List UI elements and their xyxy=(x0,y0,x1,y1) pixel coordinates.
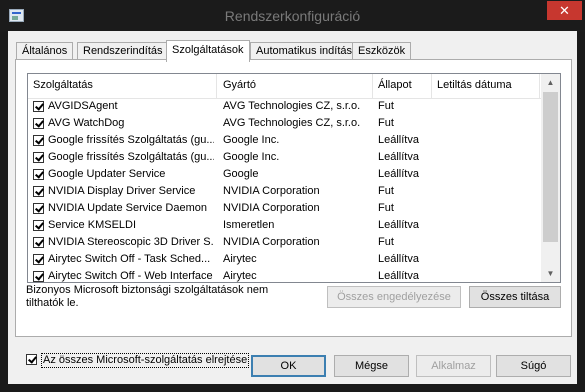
service-name: AVG WatchDog xyxy=(48,117,125,129)
service-name: Google Updater Service xyxy=(48,168,166,180)
tab-general[interactable]: Általános xyxy=(16,42,74,60)
services-list[interactable]: Szolgáltatás Gyártó Állapot Letiltás dát… xyxy=(27,73,561,283)
service-status: Fut xyxy=(378,100,394,112)
service-checkbox[interactable] xyxy=(33,118,44,129)
tab-startup[interactable]: Automatikus indítás xyxy=(250,42,358,60)
service-checkbox[interactable] xyxy=(33,271,44,282)
scroll-down-arrow-icon[interactable]: ▼ xyxy=(541,265,560,282)
list-item[interactable]: AVGIDSAgent AVG Technologies CZ, s.r.o. … xyxy=(28,99,541,116)
service-manufacturer: Ismeretlen xyxy=(223,219,275,231)
service-checkbox[interactable] xyxy=(33,254,44,265)
microsoft-services-note: Bizonyos Microsoft biztonsági szolgáltat… xyxy=(26,284,269,309)
help-button[interactable]: Súgó xyxy=(496,355,571,377)
list-item[interactable]: AVG WatchDog AVG Technologies CZ, s.r.o.… xyxy=(28,116,541,133)
list-item[interactable]: NVIDIA Stereoscopic 3D Driver S... NVIDI… xyxy=(28,235,541,252)
service-manufacturer: AVG Technologies CZ, s.r.o. xyxy=(223,117,361,129)
service-name: NVIDIA Display Driver Service xyxy=(48,185,196,197)
service-checkbox[interactable] xyxy=(33,152,44,163)
service-status: Leállítva xyxy=(378,253,419,265)
service-status: Fut xyxy=(378,236,394,248)
list-item[interactable]: Airytec Switch Off - Task Sched... Airyt… xyxy=(28,252,541,269)
service-checkbox[interactable] xyxy=(33,186,44,197)
list-item[interactable]: Google frissítés Szolgáltatás (gu... Goo… xyxy=(28,133,541,150)
service-name: AVGIDSAgent xyxy=(48,100,118,112)
disable-all-button[interactable]: Összes tiltása xyxy=(469,286,561,308)
enable-all-button[interactable]: Összes engedélyezése xyxy=(327,286,461,308)
service-checkbox[interactable] xyxy=(33,169,44,180)
list-item[interactable]: Service KMSELDI Ismeretlen Leállítva xyxy=(28,218,541,235)
apply-button[interactable]: Alkalmaz xyxy=(416,355,491,377)
service-status: Fut xyxy=(378,117,394,129)
ok-button[interactable]: OK xyxy=(251,355,326,377)
list-item[interactable]: NVIDIA Display Driver Service NVIDIA Cor… xyxy=(28,184,541,201)
list-item[interactable]: Airytec Switch Off - Web Interface Airyt… xyxy=(28,269,541,282)
service-status: Leállítva xyxy=(378,219,419,231)
hide-microsoft-services-label[interactable]: Az összes Microsoft-szolgáltatás elrejté… xyxy=(41,353,250,368)
list-item[interactable]: Google Updater Service Google Leállítva xyxy=(28,167,541,184)
list-item[interactable]: Google frissítés Szolgáltatás (gu... Goo… xyxy=(28,150,541,167)
column-divider[interactable] xyxy=(431,74,432,98)
service-status: Leállítva xyxy=(378,151,419,163)
service-name: Service KMSELDI xyxy=(48,219,137,231)
service-name: NVIDIA Update Service Daemon xyxy=(48,202,207,214)
vertical-scrollbar[interactable]: ▲ ▼ xyxy=(541,74,560,282)
list-item[interactable]: NVIDIA Update Service Daemon NVIDIA Corp… xyxy=(28,201,541,218)
column-header-date-disabled[interactable]: Letiltás dátuma xyxy=(437,79,512,91)
dialog-client-area: Általános Rendszerindítás Szolgáltatások… xyxy=(8,31,577,384)
column-header-manufacturer[interactable]: Gyártó xyxy=(223,79,256,91)
column-divider xyxy=(539,74,540,98)
service-manufacturer: NVIDIA Corporation xyxy=(223,202,320,214)
service-name: Google frissítés Szolgáltatás (gu... xyxy=(48,151,214,163)
service-manufacturer: Google Inc. xyxy=(223,151,280,163)
system-configuration-window: Rendszerkonfiguráció ✕ Általános Rendsze… xyxy=(0,0,585,392)
service-manufacturer: Google Inc. xyxy=(223,134,280,146)
tab-tools[interactable]: Eszközök xyxy=(352,42,412,60)
service-manufacturer: AVG Technologies CZ, s.r.o. xyxy=(223,100,361,112)
service-name: Google frissítés Szolgáltatás (gu... xyxy=(48,134,214,146)
service-manufacturer: NVIDIA Corporation xyxy=(223,236,320,248)
service-status: Fut xyxy=(378,202,394,214)
cancel-button[interactable]: Mégse xyxy=(334,355,409,377)
column-divider[interactable] xyxy=(216,74,217,98)
service-status: Fut xyxy=(378,185,394,197)
service-checkbox[interactable] xyxy=(33,220,44,231)
service-manufacturer: NVIDIA Corporation xyxy=(223,185,320,197)
title-bar[interactable]: Rendszerkonfiguráció ✕ xyxy=(0,0,585,32)
service-checkbox[interactable] xyxy=(33,101,44,112)
tab-boot[interactable]: Rendszerindítás xyxy=(77,42,169,60)
close-button[interactable]: ✕ xyxy=(547,1,582,20)
service-manufacturer: Airytec xyxy=(223,253,257,265)
service-status: Leállítva xyxy=(378,270,419,282)
window-title: Rendszerkonfiguráció xyxy=(224,8,361,24)
services-tab-panel: Szolgáltatás Gyártó Állapot Letiltás dát… xyxy=(15,59,572,368)
tab-services[interactable]: Szolgáltatások xyxy=(166,40,250,62)
service-status: Leállítva xyxy=(378,134,419,146)
service-manufacturer: Google xyxy=(223,168,259,180)
service-name: Airytec Switch Off - Web Interface xyxy=(48,270,213,282)
service-status: Leállítva xyxy=(378,168,419,180)
list-header: Szolgáltatás Gyártó Állapot Letiltás dát… xyxy=(28,74,541,99)
scroll-up-arrow-icon[interactable]: ▲ xyxy=(541,74,560,91)
service-manufacturer: Airytec xyxy=(223,270,257,282)
hide-microsoft-services-checkbox[interactable] xyxy=(26,354,37,365)
service-name: NVIDIA Stereoscopic 3D Driver S... xyxy=(48,236,214,248)
column-divider[interactable] xyxy=(372,74,373,98)
service-name: Airytec Switch Off - Task Sched... xyxy=(48,253,211,265)
column-header-status[interactable]: Állapot xyxy=(378,79,412,91)
service-checkbox[interactable] xyxy=(33,203,44,214)
column-header-service[interactable]: Szolgáltatás xyxy=(33,79,93,91)
service-checkbox[interactable] xyxy=(33,135,44,146)
scrollbar-thumb[interactable] xyxy=(543,92,558,242)
service-checkbox[interactable] xyxy=(33,237,44,248)
